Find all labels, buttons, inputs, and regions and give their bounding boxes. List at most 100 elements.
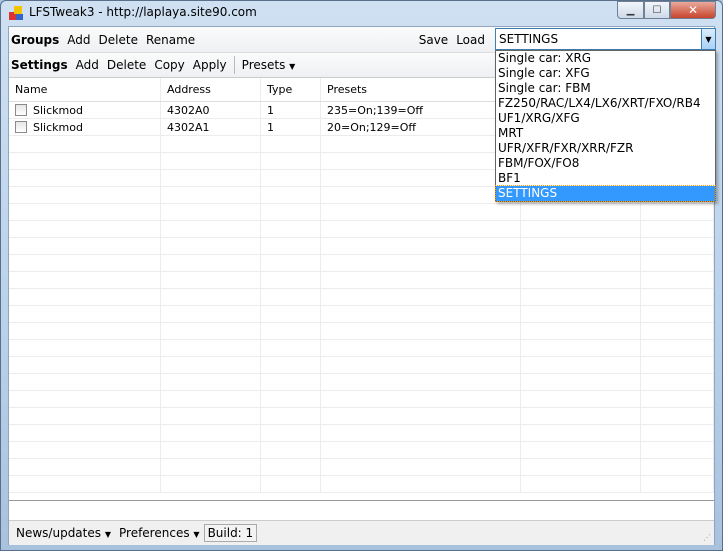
output-textbox[interactable]: [9, 501, 714, 521]
table-cell: [9, 136, 161, 152]
table-cell: [161, 391, 261, 407]
dropdown-arrow-icon: ▼: [193, 530, 200, 539]
empty-row: [9, 306, 714, 323]
table-cell: [521, 272, 641, 288]
table-cell: [261, 442, 321, 458]
toolbar-separator: [233, 56, 235, 74]
dropdown-option[interactable]: Single car: FBM: [496, 81, 715, 96]
dropdown-option[interactable]: FBM/FOX/FO8: [496, 156, 715, 171]
group-dropdown-list: Single car: XRG Single car: XFG Single car…: [495, 50, 716, 202]
news-label: News/updates: [16, 526, 102, 540]
table-cell: [261, 153, 321, 169]
table-cell: Slickmod: [9, 102, 161, 118]
presets-dropdown-button[interactable]: Presets ▼: [238, 58, 300, 72]
chevron-down-icon[interactable]: ▼: [701, 29, 715, 49]
settings-copy-button[interactable]: Copy: [150, 58, 188, 72]
group-combobox[interactable]: SETTINGS ▼: [495, 28, 716, 50]
empty-row: [9, 238, 714, 255]
news-updates-dropdown[interactable]: News/updates ▼: [12, 526, 115, 540]
table-cell: [261, 476, 321, 492]
dropdown-option[interactable]: FZ250/RAC/LX4/LX6/XRT/FXO/RB4: [496, 96, 715, 111]
table-cell: [9, 289, 161, 305]
settings-add-button[interactable]: Add: [72, 58, 103, 72]
build-label: Build: 1: [203, 524, 258, 542]
table-cell: [261, 255, 321, 271]
table-cell: [321, 255, 521, 271]
groups-rename-button[interactable]: Rename: [142, 33, 199, 47]
table-cell: [261, 408, 321, 424]
dropdown-option[interactable]: SETTINGS: [495, 185, 716, 202]
group-combobox-value: SETTINGS: [499, 32, 559, 46]
empty-row: [9, 255, 714, 272]
table-cell: [321, 306, 521, 322]
empty-row: [9, 391, 714, 408]
close-button[interactable]: ✕: [670, 1, 716, 19]
cell-presets: 235=On;139=Off: [327, 103, 423, 117]
table-cell: [9, 374, 161, 390]
column-header-type[interactable]: Type: [261, 78, 321, 101]
table-cell: [321, 238, 521, 254]
table-cell: [521, 442, 641, 458]
table-cell: [9, 306, 161, 322]
load-button[interactable]: Load: [452, 33, 489, 47]
dropdown-option[interactable]: Single car: XFG: [496, 66, 715, 81]
dropdown-option[interactable]: Single car: XRG: [496, 51, 715, 66]
empty-row: [9, 204, 714, 221]
table-cell: [161, 323, 261, 339]
table-cell: [521, 238, 641, 254]
table-cell: [9, 459, 161, 475]
table-cell: [261, 272, 321, 288]
settings-delete-button[interactable]: Delete: [103, 58, 150, 72]
empty-row: [9, 323, 714, 340]
table-cell: [641, 408, 714, 424]
table-cell: [9, 442, 161, 458]
row-checkbox[interactable]: [15, 104, 27, 116]
table-cell: [641, 272, 714, 288]
status-bar: News/updates ▼ Preferences ▼ Build: 1 ⋰: [9, 521, 714, 545]
column-header-name[interactable]: Name: [9, 78, 161, 101]
table-cell: [161, 289, 261, 305]
table-cell: [9, 204, 161, 220]
minimize-button[interactable]: ▁: [617, 1, 644, 19]
preferences-dropdown[interactable]: Preferences ▼: [115, 526, 204, 540]
column-header-presets[interactable]: Presets: [321, 78, 521, 101]
table-cell: [641, 442, 714, 458]
table-cell: [261, 340, 321, 356]
table-cell: [261, 357, 321, 373]
table-cell: [521, 357, 641, 373]
resize-grip-icon[interactable]: ⋰: [703, 533, 711, 542]
row-checkbox[interactable]: [15, 121, 27, 133]
save-button[interactable]: Save: [415, 33, 452, 47]
settings-apply-button[interactable]: Apply: [189, 58, 231, 72]
table-cell: [641, 476, 714, 492]
dropdown-option[interactable]: BF1: [496, 171, 715, 186]
groups-add-button[interactable]: Add: [63, 33, 94, 47]
cell-name: Slickmod: [33, 120, 83, 134]
column-header-address[interactable]: Address: [161, 78, 261, 101]
dropdown-option[interactable]: UFR/XFR/FXR/XRR/FZR: [496, 141, 715, 156]
dropdown-option[interactable]: UF1/XRG/XFG: [496, 111, 715, 126]
groups-delete-button[interactable]: Delete: [95, 33, 142, 47]
table-cell: [321, 476, 521, 492]
client-area: Groups Add Delete Rename Save Load SETTI…: [8, 26, 716, 545]
maximize-button[interactable]: ☐: [644, 1, 670, 19]
table-cell: [161, 136, 261, 152]
dropdown-option[interactable]: MRT: [496, 126, 715, 141]
table-cell: [321, 170, 521, 186]
table-cell: [161, 340, 261, 356]
table-cell: [161, 272, 261, 288]
table-cell: [9, 221, 161, 237]
table-cell: [521, 425, 641, 441]
table-cell: [161, 476, 261, 492]
table-cell: [521, 391, 641, 407]
table-cell: [321, 442, 521, 458]
table-cell: [521, 340, 641, 356]
table-cell: [521, 221, 641, 237]
table-cell: [161, 374, 261, 390]
table-cell: [9, 340, 161, 356]
table-cell: [161, 408, 261, 424]
table-cell: [261, 187, 321, 203]
table-cell: [9, 408, 161, 424]
table-cell: [321, 153, 521, 169]
table-cell: [641, 425, 714, 441]
